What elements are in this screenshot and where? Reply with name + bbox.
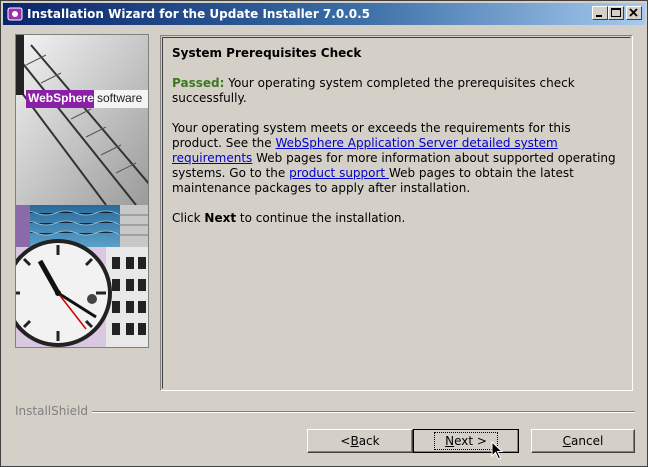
close-button[interactable] [626, 6, 642, 20]
content-panel: System Prerequisites Check Passed: Your … [162, 37, 631, 389]
continue-text-1: Click [172, 211, 205, 225]
back-button-prefix: < [340, 434, 351, 448]
cancel-button[interactable]: Cancel [531, 429, 635, 453]
installshield-label: InstallShield [15, 404, 93, 418]
passed-label: Passed: [172, 76, 225, 90]
websphere-brand-name: WebSphere. [28, 91, 98, 105]
installer-window: Installation Wizard for the Update Insta… [0, 0, 648, 467]
passed-text: Your operating system completed the prer… [172, 76, 575, 105]
continue-text-2: to continue the installation. [236, 211, 406, 225]
back-button[interactable]: < Back [307, 429, 413, 453]
title-bar[interactable]: Installation Wizard for the Update Insta… [3, 3, 645, 25]
product-support-link[interactable]: product support [289, 166, 389, 180]
mouse-pointer-icon [491, 440, 505, 461]
cancel-button-mnemonic: C [562, 434, 572, 448]
next-button-focus: Next > [434, 432, 498, 450]
footer-separator [85, 411, 635, 413]
minimize-button[interactable] [592, 6, 608, 20]
back-button-label: ack [358, 434, 380, 448]
installer-app-icon [7, 6, 23, 22]
websphere-brand-suffix: software [97, 91, 143, 105]
continue-next-word: Next [204, 211, 237, 225]
next-button-mnemonic: N [445, 434, 455, 448]
requirements-paragraph: Your operating system meets or exceeds t… [172, 121, 621, 196]
back-button-mnemonic: B [350, 434, 359, 448]
continue-instruction: Click Next to continue the installation. [172, 211, 621, 226]
window-title: Installation Wizard for the Update Insta… [27, 7, 370, 21]
page-title: System Prerequisites Check [172, 46, 362, 60]
websphere-banner-image: WebSphere. software [15, 34, 149, 348]
cancel-button-label: ancel [571, 434, 604, 448]
maximize-button[interactable] [608, 6, 624, 20]
next-button-label: ext > [454, 434, 487, 448]
passed-message: Passed: Your operating system completed … [172, 76, 621, 106]
